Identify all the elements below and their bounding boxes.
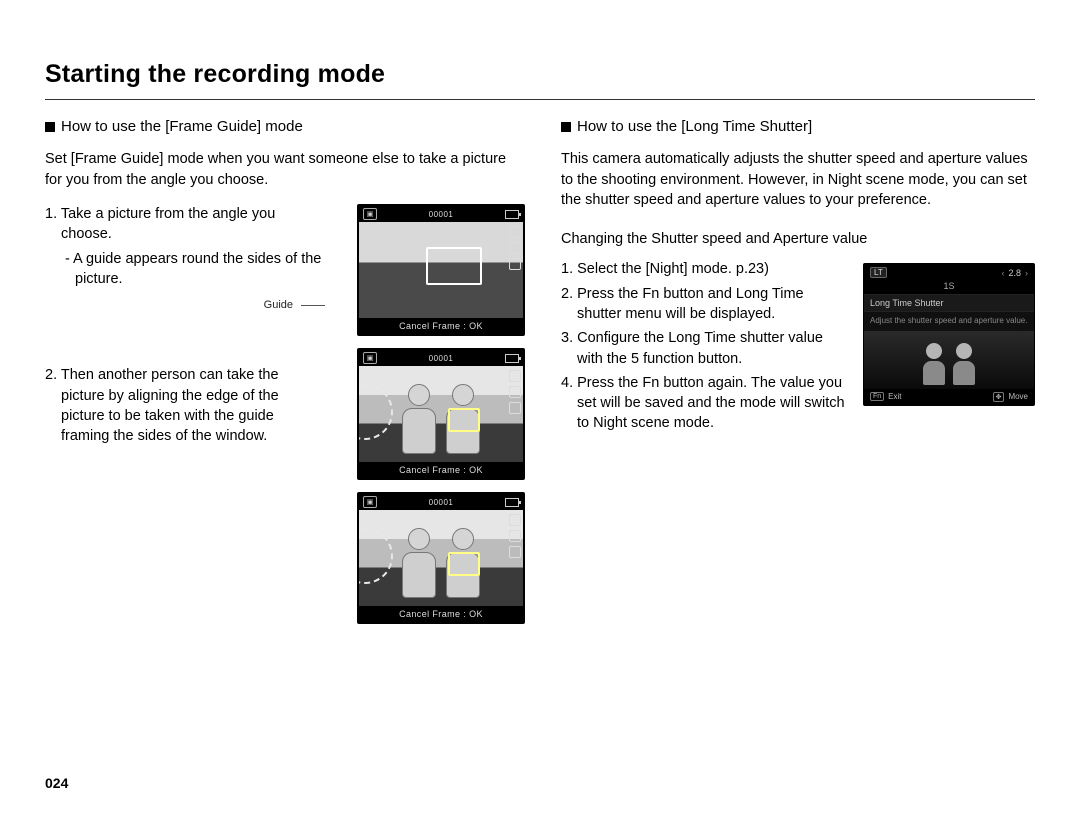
move-label: Move [1008,392,1028,401]
lt-badge: LT [870,267,887,278]
right-intro: This camera automatically adjusts the sh… [561,149,1035,211]
battery-icon [505,498,519,507]
left-column: How to use the [Frame Guide] mode Set [F… [45,118,525,624]
guide-label: Guide [264,299,297,311]
page-title: Starting the recording mode [45,60,1035,89]
night-preview [864,331,1034,389]
lcd-preview [359,510,523,606]
bullet-square-icon [561,122,571,132]
side-icon-stack [509,370,521,414]
bullet-square-icon [45,122,55,132]
title-rule [45,99,1035,100]
left-step-1: 1. Take a picture from the angle you cho… [45,204,325,245]
aperture-value: 2.8 [1008,268,1021,278]
camera-lcd-2: ▣ 00001 [357,348,525,480]
left-subhead: How to use the [Frame Guide] mode [45,118,525,135]
flash-icon [509,226,521,238]
page-number: 024 [45,775,68,791]
right-column: How to use the [Long Time Shutter] This … [561,118,1035,624]
mode-icon: ▣ [363,352,377,364]
shutter-value: 1S [864,281,1034,294]
guide-leader-line [301,305,325,306]
counter: 00001 [429,498,454,507]
counter: 00001 [429,354,454,363]
dpad-key-icon: ✥ [993,392,1005,402]
face-icon [509,546,521,558]
battery-icon [505,354,519,363]
fn-key-icon: Fn [870,392,884,401]
people-illustration [379,376,503,456]
macro-icon [509,530,521,542]
lcd-preview [359,366,523,462]
macro-icon [509,242,521,254]
chevron-right-icon: › [1025,268,1028,278]
left-subhead-text: How to use the [Frame Guide] mode [61,118,303,135]
mode-icon: ▣ [363,208,377,220]
side-icon-stack [509,514,521,558]
aperture-selector: ‹ 2.8 › [1001,268,1028,278]
battery-icon [505,210,519,219]
left-intro: Set [Frame Guide] mode when you want som… [45,149,525,190]
night-section-label: Long Time Shutter [864,294,1034,312]
exit-hint: Fn Exit [870,392,902,402]
left-step-2: 2. Then another person can take the pict… [45,365,325,446]
focus-frame-icon [426,247,482,285]
camera-lcd-3: ▣ 00001 [357,492,525,624]
lcd-footer: Cancel Frame : OK [359,606,523,622]
right-section-heading: Changing the Shutter speed and Aperture … [561,229,1035,250]
left-step-1-sub: - A guide appears round the sides of the… [45,249,325,290]
flash-icon [509,370,521,382]
flash-icon [509,514,521,526]
night-desc: Adjust the shutter speed and aperture va… [864,312,1034,330]
camera-lcd-1: ▣ 00001 [357,204,525,336]
right-subhead: How to use the [Long Time Shutter] [561,118,1035,135]
side-icon-stack [509,226,521,270]
exit-label: Exit [888,392,901,401]
lcd-footer: Cancel Frame : OK [359,318,523,334]
lcd-footer: Cancel Frame : OK [359,462,523,478]
face-icon [509,258,521,270]
focus-frame-small-icon [448,552,480,576]
move-hint: ✥ Move [993,392,1028,402]
night-lcd: LT ‹ 2.8 › 1S Long Time Shutter Adjust t… [863,263,1035,405]
focus-frame-small-icon [448,408,480,432]
face-icon [509,402,521,414]
chevron-left-icon: ‹ [1001,268,1004,278]
lcd-preview [359,222,523,318]
guide-label-row: Guide [45,299,325,311]
macro-icon [509,386,521,398]
counter: 00001 [429,210,454,219]
right-subhead-text: How to use the [Long Time Shutter] [577,118,812,135]
mode-icon: ▣ [363,496,377,508]
people-illustration [379,520,503,600]
